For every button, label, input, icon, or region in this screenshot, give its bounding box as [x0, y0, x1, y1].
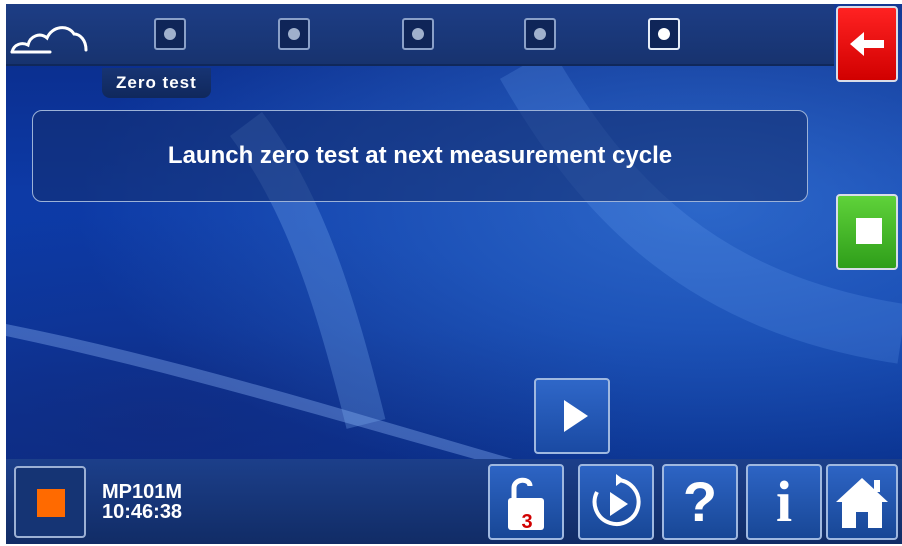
home-icon — [836, 478, 888, 528]
step-indicator-1 — [154, 18, 186, 50]
arrow-left-icon — [850, 32, 884, 56]
back-button[interactable] — [836, 6, 898, 82]
help-icon: ? — [682, 470, 718, 533]
step-indicator-4 — [524, 18, 556, 50]
screen: Zero test Launch zero test at next measu… — [6, 4, 902, 544]
page-title: Zero test — [102, 68, 211, 98]
stop-icon — [856, 218, 882, 244]
message-text: Launch zero test at next measurement cyc… — [167, 142, 673, 169]
cloud-icon — [10, 26, 88, 54]
status-indicator[interactable] — [14, 466, 86, 538]
step-indicator-2 — [278, 18, 310, 50]
status-square-icon — [37, 489, 65, 517]
info-button[interactable]: i — [746, 464, 822, 540]
cycle-play-icon — [592, 474, 641, 526]
access-level: 3 — [521, 511, 533, 533]
step-indicator-3 — [402, 18, 434, 50]
cycle-button[interactable] — [578, 464, 654, 540]
play-button[interactable] — [534, 378, 610, 454]
top-bar — [6, 4, 834, 66]
play-icon — [564, 400, 588, 432]
help-button[interactable]: ? — [662, 464, 738, 540]
stop-button[interactable] — [836, 194, 898, 270]
step-indicator-5-active — [648, 18, 680, 50]
clock-time: 10:46:38 — [102, 501, 183, 523]
device-name: MP101M — [102, 481, 183, 503]
message-box: Launch zero test at next measurement cyc… — [32, 110, 808, 202]
info-icon: i — [775, 469, 793, 534]
home-button[interactable] — [826, 464, 898, 540]
lock-button[interactable]: 3 — [488, 464, 564, 540]
